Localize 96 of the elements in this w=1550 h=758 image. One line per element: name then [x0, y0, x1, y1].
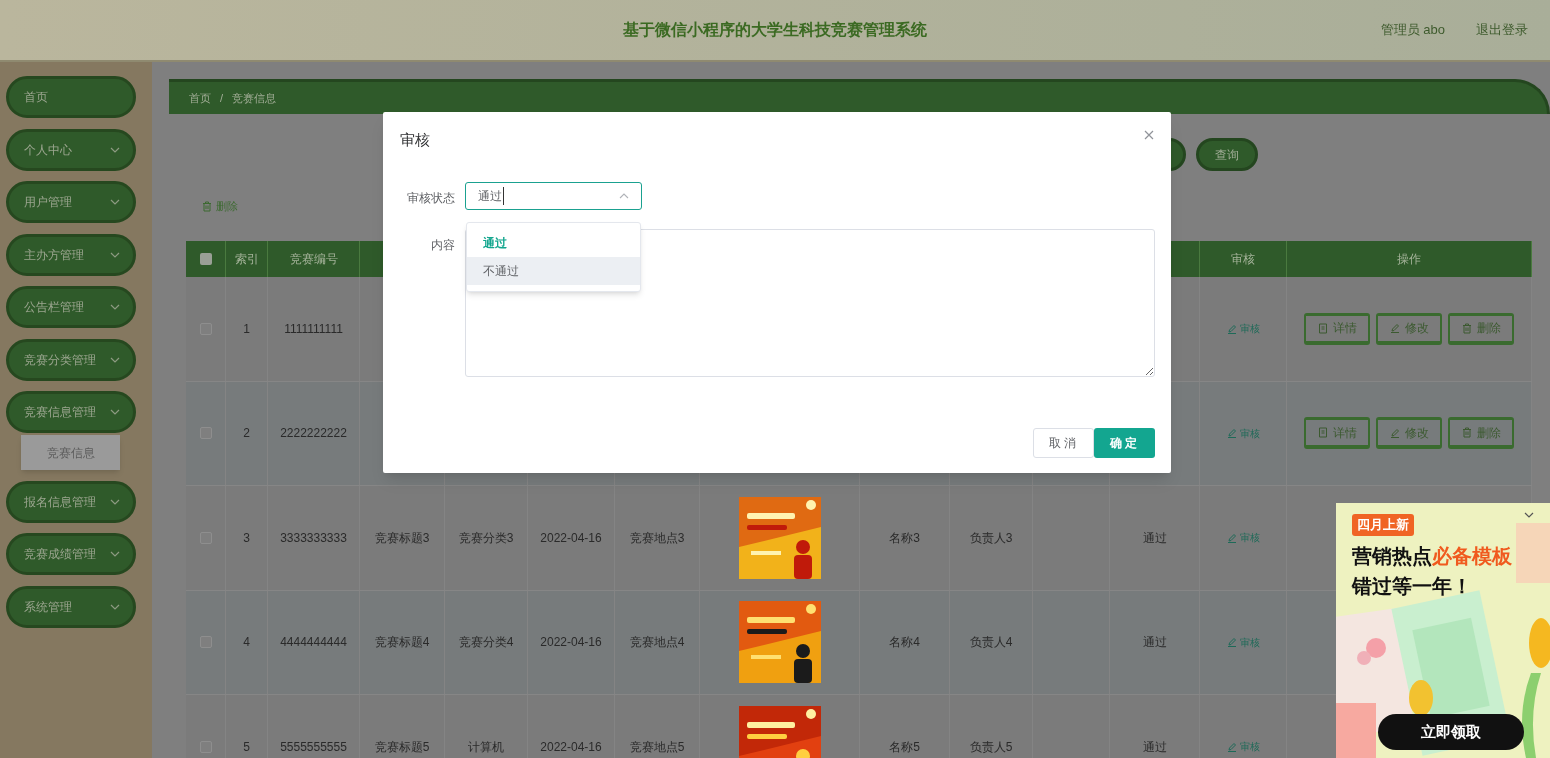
sidebar-item[interactable]: 主办方管理 [6, 233, 136, 276]
claim-button[interactable]: 立即领取 [1378, 714, 1524, 750]
action-button[interactable]: 删除 [1448, 417, 1514, 450]
document-icon [1317, 322, 1328, 334]
table-cell-text: 竞赛地点3 [629, 529, 685, 547]
logout-link[interactable]: 退出登录 [1476, 20, 1528, 40]
chevron-down-icon [110, 304, 120, 310]
table-cell-text: 5 [243, 738, 250, 756]
table-cell-text: 竞赛标题5 [374, 738, 430, 756]
close-icon[interactable] [1144, 130, 1154, 140]
dropdown-option[interactable]: 不通过 [467, 257, 640, 285]
table-cell-text: 名称5 [889, 738, 920, 756]
column-header: 索引 [234, 251, 259, 268]
column-header: 操作 [1397, 251, 1421, 268]
table-cell-text: 竞赛标题4 [374, 634, 430, 652]
chevron-down-icon [110, 498, 120, 505]
table-cell-text: 竞赛地点5 [629, 738, 685, 756]
cancel-button[interactable]: 取消 [1033, 428, 1094, 458]
ad-subline: 错过等一年！ [1352, 574, 1472, 599]
chevron-down-icon [110, 551, 120, 557]
action-button[interactable]: 删除 [1448, 312, 1514, 345]
chevron-down-icon [110, 146, 120, 153]
dropdown-option[interactable]: 通过 [467, 229, 640, 257]
table-cell-text: 5555555555 [280, 738, 347, 756]
table-cell-text: 竞赛分类3 [458, 529, 514, 547]
sidebar-item[interactable]: 首页 [6, 76, 136, 118]
app-title: 基于微信小程序的大学生科技竞赛管理系统 [623, 21, 927, 38]
pencil-icon [1226, 323, 1237, 334]
chevron-up-icon [619, 193, 629, 199]
table-cell-text: 竞赛分类4 [458, 634, 514, 652]
table-cell-text: 竞赛地点4 [629, 634, 685, 652]
ad-headline: 营销热点必备模板 [1352, 544, 1512, 569]
table-cell-text: 负责人5 [969, 738, 1013, 756]
breadcrumb-link[interactable]: 竞赛信息 [232, 89, 277, 107]
chevron-down-icon [110, 199, 120, 205]
dialog-title: 审核 [400, 130, 430, 150]
pencil-icon [1389, 323, 1400, 334]
user-label: 管理员 abo [1380, 21, 1445, 40]
table-cell-text: 名称3 [889, 529, 920, 547]
pencil-icon [1226, 637, 1237, 648]
table-cell-text: 2022-04-16 [540, 634, 602, 652]
chevron-down-icon [110, 356, 120, 363]
table-cell-text: 名称4 [889, 634, 920, 652]
pencil-icon [1226, 428, 1237, 439]
sidebar-item[interactable]: 竞赛信息管理 [6, 391, 136, 433]
pencil-icon [1226, 532, 1237, 543]
table-cell-text: 4 [243, 634, 250, 652]
chevron-down-icon [110, 603, 120, 610]
select-field[interactable]: 通过 [465, 182, 642, 210]
confirm-button[interactable]: 确定 [1094, 428, 1155, 458]
sidebar-item[interactable]: 用户管理 [6, 181, 136, 223]
breadcrumb-link[interactable]: 首页 [189, 89, 211, 107]
table-cell-text: 3333333333 [280, 529, 347, 547]
table-cell-text: 2222222222 [280, 425, 347, 443]
field-label: 审核状态 [407, 190, 455, 207]
table-cell-text: 1 [243, 320, 250, 338]
breadcrumb-separator: / [220, 90, 224, 106]
trash-icon [1461, 427, 1472, 439]
table-cell-text: 负责人4 [969, 634, 1013, 652]
tag-label: 四月上新 [1352, 514, 1414, 536]
column-header: 竞赛编号 [289, 251, 338, 268]
field-label: 内容 [431, 237, 455, 254]
trash-icon [202, 200, 212, 212]
chevron-down-icon [110, 251, 120, 258]
sidebar-item[interactable]: 竞赛成绩管理 [6, 533, 136, 575]
pencil-icon [1226, 741, 1237, 752]
table-cell-text: 计算机 [468, 738, 504, 756]
chevron-down-icon[interactable] [1524, 512, 1534, 518]
sidebar-item[interactable]: 个人中心 [6, 128, 136, 171]
sidebar-item[interactable]: 公告栏管理 [6, 286, 136, 328]
table-cell-text: 4444444444 [280, 634, 347, 652]
table-cell-text: 通过 [1142, 529, 1167, 547]
action-button[interactable]: 详情 [1304, 312, 1370, 345]
table-cell-text: 3 [243, 529, 250, 547]
table-cell-text: 通过 [1142, 634, 1167, 652]
pencil-icon [1389, 427, 1400, 438]
table-cell-text: 通过 [1142, 738, 1167, 756]
checkbox[interactable] [199, 253, 212, 265]
table-cell-text: 2022-04-16 [540, 529, 602, 547]
chevron-down-icon [110, 409, 120, 415]
action-button[interactable]: 详情 [1304, 417, 1370, 450]
table-cell-text: 2022-04-16 [540, 738, 602, 756]
text-area[interactable] [465, 229, 1155, 377]
action-button[interactable]: 修改 [1376, 312, 1442, 345]
table-cell-text: 2 [243, 425, 250, 443]
table-cell-text: 竞赛标题3 [374, 529, 430, 547]
table-cell-text: 1111111111 [284, 320, 343, 338]
sidebar-item[interactable]: 系统管理 [6, 585, 136, 628]
table-cell-text: 负责人3 [969, 529, 1013, 547]
column-header: 审核 [1231, 251, 1255, 268]
sidebar-item[interactable]: 报名信息管理 [6, 480, 136, 523]
action-button[interactable]: 修改 [1376, 417, 1442, 450]
document-icon [1317, 427, 1328, 439]
sidebar-item[interactable]: 竞赛分类管理 [6, 338, 136, 381]
trash-icon [1461, 322, 1472, 334]
search-button[interactable]: 查询 [1196, 138, 1258, 171]
